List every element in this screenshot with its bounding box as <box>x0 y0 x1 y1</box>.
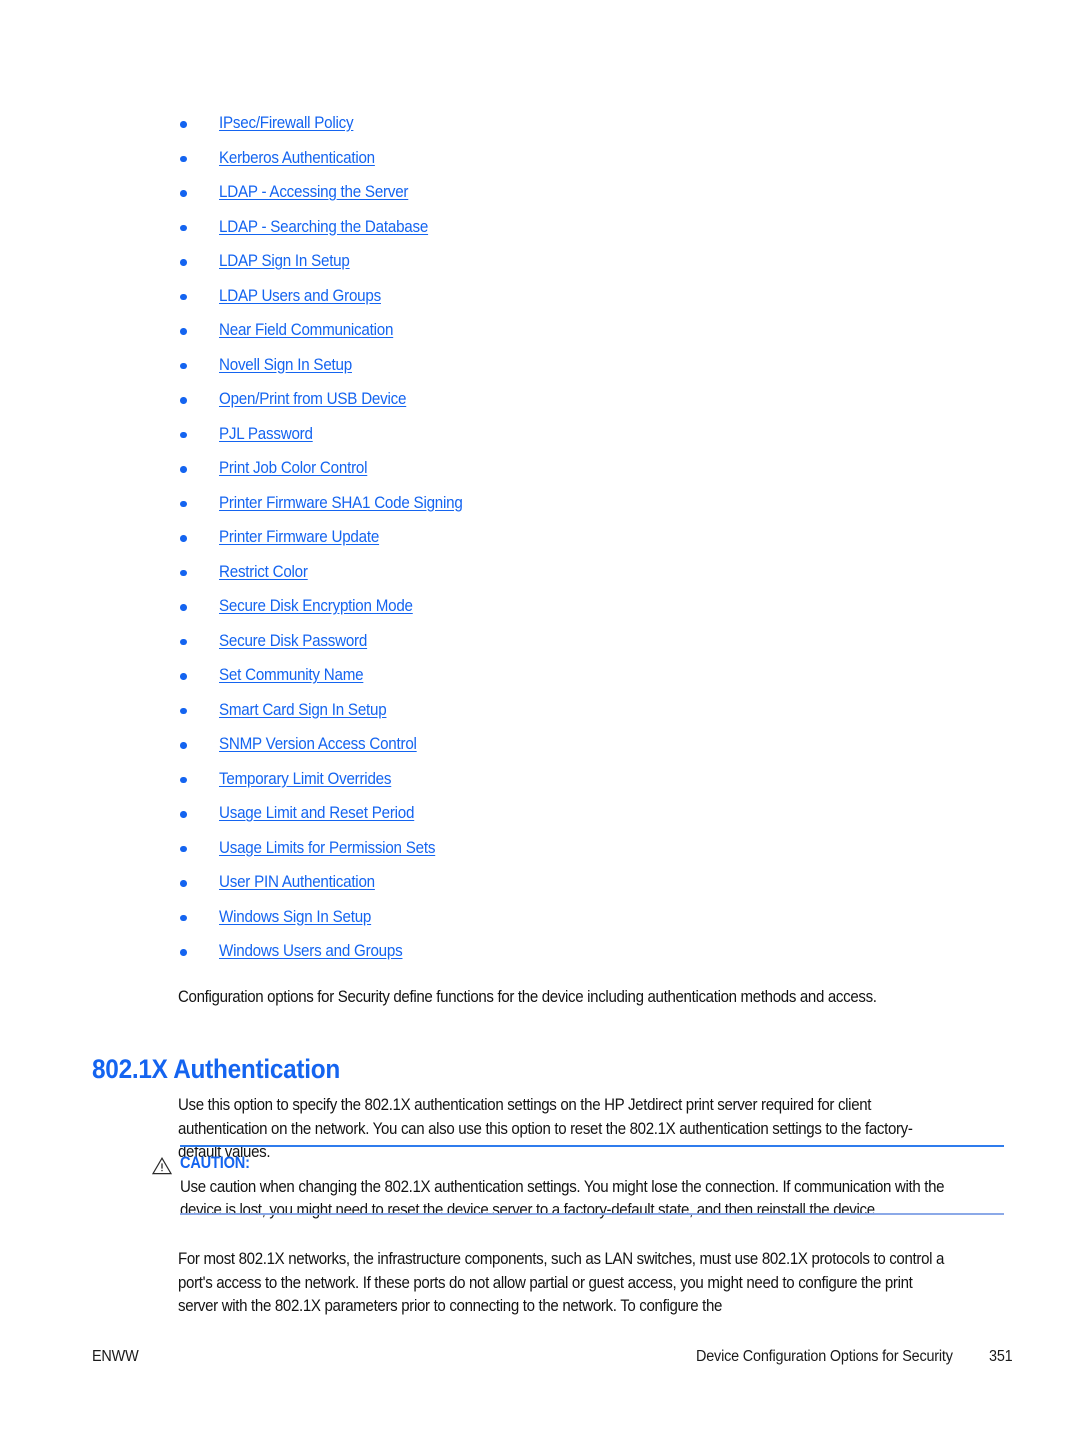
footer-locale-code-text: ENWW <box>92 1348 139 1365</box>
closing-paragraph: For most 802.1X networks, the infrastruc… <box>178 1248 1003 1319</box>
bullet-icon <box>180 224 187 231</box>
page-footer: ENWW Device Configuration Options for Se… <box>92 1348 1014 1366</box>
cross-reference-link[interactable]: Windows Sign In Setup <box>219 900 371 935</box>
list-item: LDAP - Accessing the Server <box>178 175 878 210</box>
bullet-icon <box>180 293 187 300</box>
bullet-icon <box>180 811 187 818</box>
section-heading-text: 802.1X Authentication <box>92 1053 340 1084</box>
caution-label: CAUTION: <box>180 1154 250 1172</box>
bullet-icon <box>180 845 187 852</box>
cross-reference-link[interactable]: Secure Disk Encryption Mode <box>219 589 413 624</box>
cross-reference-link[interactable]: LDAP - Accessing the Server <box>219 175 408 210</box>
list-item: LDAP Users and Groups <box>178 279 878 314</box>
cross-reference-link[interactable]: Set Community Name <box>219 658 364 693</box>
list-item: User PIN Authentication <box>178 865 878 900</box>
bullet-icon <box>180 742 187 749</box>
document-page: IPsec/Firewall Policy Kerberos Authentic… <box>0 0 1080 1437</box>
list-item: Near Field Communication <box>178 313 878 348</box>
list-item: PJL Password <box>178 417 878 452</box>
list-item: Smart Card Sign In Setup <box>178 693 878 728</box>
bullet-icon <box>180 880 187 887</box>
bullet-icon <box>180 949 187 956</box>
cross-reference-link[interactable]: Kerberos Authentication <box>219 141 375 176</box>
cross-reference-link[interactable]: Near Field Communication <box>219 313 393 348</box>
list-item: SNMP Version Access Control <box>178 727 878 762</box>
cross-reference-link[interactable]: User PIN Authentication <box>219 865 375 900</box>
list-item: Usage Limits for Permission Sets <box>178 831 878 866</box>
cross-reference-link[interactable]: Secure Disk Password <box>219 624 367 659</box>
list-item: Usage Limit and Reset Period <box>178 796 878 831</box>
cross-reference-link[interactable]: Novell Sign In Setup <box>219 348 352 383</box>
cross-reference-link[interactable]: PJL Password <box>219 417 313 452</box>
list-item: LDAP - Searching the Database <box>178 210 878 245</box>
bullet-icon <box>180 604 187 611</box>
list-item: Kerberos Authentication <box>178 141 878 176</box>
bullet-icon <box>180 362 187 369</box>
cross-reference-link[interactable]: Temporary Limit Overrides <box>219 762 391 797</box>
cross-reference-link[interactable]: IPsec/Firewall Policy <box>219 106 354 141</box>
footer-chapter-title-text: Device Configuration Options for Securit… <box>695 1348 953 1365</box>
bullet-icon <box>180 121 187 128</box>
cross-reference-link[interactable]: Usage Limits for Permission Sets <box>219 831 435 866</box>
bullet-icon <box>180 500 187 507</box>
footer-chapter-title: Device Configuration Options for Securit… <box>696 1348 1014 1366</box>
warning-triangle-icon <box>151 1157 173 1175</box>
caution-top-divider <box>180 1145 1004 1147</box>
cross-reference-link[interactable]: Printer Firmware Update <box>219 520 379 555</box>
bullet-icon <box>180 328 187 335</box>
bullet-icon <box>180 155 187 162</box>
list-item: Printer Firmware SHA1 Code Signing <box>178 486 878 521</box>
footer-page-number: 351 <box>988 1348 1013 1365</box>
footer-locale-code: ENWW <box>92 1348 142 1366</box>
caution-bottom-divider <box>180 1213 1004 1215</box>
cross-reference-link[interactable]: Open/Print from USB Device <box>219 382 406 417</box>
bullet-icon <box>180 431 187 438</box>
list-item: Restrict Color <box>178 555 878 590</box>
cross-reference-link[interactable]: Print Job Color Control <box>219 451 367 486</box>
list-item: Open/Print from USB Device <box>178 382 878 417</box>
list-item: Printer Firmware Update <box>178 520 878 555</box>
list-item: LDAP Sign In Setup <box>178 244 878 279</box>
bullet-icon <box>180 569 187 576</box>
section-heading: 802.1X Authentication <box>92 1054 362 1085</box>
bullet-icon <box>180 259 187 266</box>
cross-reference-link[interactable]: Usage Limit and Reset Period <box>219 796 414 831</box>
intro-paragraph: Configuration options for Security defin… <box>178 986 1003 1010</box>
list-item: Secure Disk Password <box>178 624 878 659</box>
bullet-icon <box>180 638 187 645</box>
caution-body: CAUTION: Use caution when changing the 80… <box>180 1152 1004 1223</box>
bullet-icon <box>180 466 187 473</box>
cross-reference-link[interactable]: Smart Card Sign In Setup <box>219 693 387 728</box>
list-item: IPsec/Firewall Policy <box>178 106 878 141</box>
list-item: Windows Users and Groups <box>178 934 878 969</box>
bullet-icon <box>180 535 187 542</box>
intro-paragraph-text: Configuration options for Security defin… <box>178 988 877 1007</box>
cross-reference-link[interactable]: Printer Firmware SHA1 Code Signing <box>219 486 463 521</box>
cross-reference-link[interactable]: Restrict Color <box>219 555 308 590</box>
bullet-icon <box>180 673 187 680</box>
cross-reference-link[interactable]: LDAP Users and Groups <box>219 279 381 314</box>
bullet-icon <box>180 707 187 714</box>
caution-text: Use caution when changing the 802.1X aut… <box>180 1177 945 1220</box>
cross-reference-link[interactable]: LDAP - Searching the Database <box>219 210 428 245</box>
bullet-icon <box>180 776 187 783</box>
bullet-icon <box>180 397 187 404</box>
cross-reference-link[interactable]: LDAP Sign In Setup <box>219 244 350 279</box>
list-item: Windows Sign In Setup <box>178 900 878 935</box>
cross-reference-link-list: IPsec/Firewall Policy Kerberos Authentic… <box>178 106 878 969</box>
cross-reference-link[interactable]: Windows Users and Groups <box>219 934 403 969</box>
bullet-icon <box>180 914 187 921</box>
list-item: Print Job Color Control <box>178 451 878 486</box>
list-item: Set Community Name <box>178 658 878 693</box>
bullet-icon <box>180 190 187 197</box>
list-item: Novell Sign In Setup <box>178 348 878 383</box>
list-item: Temporary Limit Overrides <box>178 762 878 797</box>
closing-paragraph-text: For most 802.1X networks, the infrastruc… <box>178 1250 945 1316</box>
list-item: Secure Disk Encryption Mode <box>178 589 878 624</box>
cross-reference-link[interactable]: SNMP Version Access Control <box>219 727 417 762</box>
